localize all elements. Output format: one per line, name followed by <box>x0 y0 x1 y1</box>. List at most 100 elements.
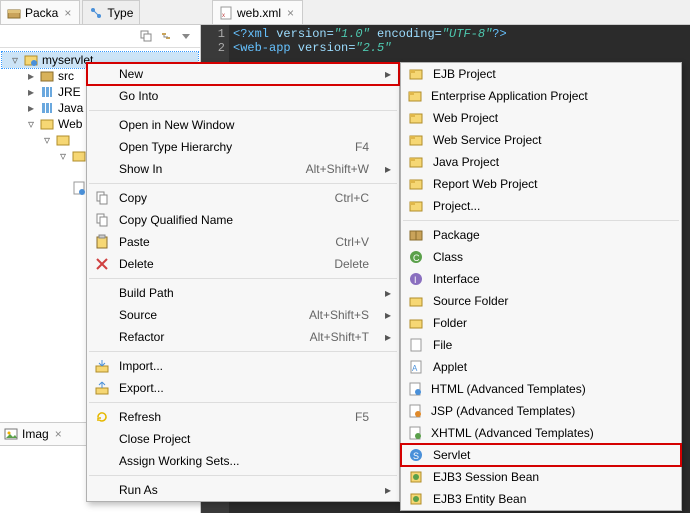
ctx-new-item-web-service-project[interactable]: Web Service Project <box>401 129 681 151</box>
line-number: 2 <box>201 41 225 55</box>
menu-item-label: Refresh <box>119 410 261 424</box>
ctx-item-refresh[interactable]: RefreshF5 <box>87 406 399 428</box>
tree-label: JRE <box>58 85 81 99</box>
ctx-new-item-class[interactable]: C Class <box>401 246 681 268</box>
menu-item-label: New <box>119 67 261 81</box>
ctx-item-go-into[interactable]: Go Into <box>87 85 399 107</box>
applet-icon: A <box>407 359 425 375</box>
servlet-icon: S <box>407 447 425 463</box>
ctx-new-item-ejb3-session-bean[interactable]: EJB3 Session Bean <box>401 466 681 488</box>
menu-item-label: Export... <box>119 381 261 395</box>
ctx-item-paste[interactable]: PasteCtrl+V <box>87 231 399 253</box>
menu-item-accelerator: F4 <box>269 140 375 154</box>
menu-item-label: Source Folder <box>433 294 543 308</box>
ctx-item-import[interactable]: Import... <box>87 355 399 377</box>
ctx-item-new[interactable]: New▸ <box>87 63 399 85</box>
ctx-item-copy-qualified-name[interactable]: Copy Qualified Name <box>87 209 399 231</box>
ctx-item-copy[interactable]: CopyCtrl+C <box>87 187 399 209</box>
menu-item-accelerator: Alt+Shift+T <box>269 330 375 344</box>
close-icon[interactable]: × <box>62 6 73 20</box>
ctx-new-item-html-advanced-templates[interactable]: HTML (Advanced Templates) <box>401 378 681 400</box>
menu-item-label: File <box>433 338 543 352</box>
close-icon[interactable]: × <box>285 6 296 20</box>
menu-item-label: Web Service Project <box>433 133 543 147</box>
ctx-item-open-type-hierarchy[interactable]: Open Type Hierarchy F4 <box>87 136 399 158</box>
menu-item-label: Folder <box>433 316 543 330</box>
proj-icon <box>407 110 425 126</box>
ctx-new-item-source-folder[interactable]: Source Folder <box>401 290 681 312</box>
import-icon <box>93 358 111 374</box>
html-icon <box>407 381 423 397</box>
menu-item-label: Copy Qualified Name <box>119 213 261 227</box>
menu-item-label: Web Project <box>433 111 543 125</box>
menu-separator <box>89 183 397 184</box>
ctx-item-delete[interactable]: DeleteDelete <box>87 253 399 275</box>
view-tab-label[interactable]: Imag <box>22 427 49 441</box>
ctx-item-close-project[interactable]: Close Project <box>87 428 399 450</box>
menu-item-label: EJB3 Entity Bean <box>433 492 543 506</box>
ctx-new-item-jsp-advanced-templates[interactable]: JSP (Advanced Templates) <box>401 400 681 422</box>
view-menu-icon[interactable] <box>178 28 194 44</box>
ctx-new-item-servlet[interactable]: SServlet <box>401 444 681 466</box>
menu-separator <box>403 220 679 221</box>
proj-icon <box>407 66 425 82</box>
ctx-item-open-in-new-window[interactable]: Open in New Window <box>87 114 399 136</box>
ctx-new-item-folder[interactable]: Folder <box>401 312 681 334</box>
menu-separator <box>89 475 397 476</box>
menu-item-label: Assign Working Sets... <box>119 454 261 468</box>
menu-item-label: Package <box>433 228 543 242</box>
ctx-item-export[interactable]: Export... <box>87 377 399 399</box>
ctx-new-item-file[interactable]: File <box>401 334 681 356</box>
jsp-file-icon <box>72 181 86 195</box>
ctx-new-item-xhtml-advanced-templates[interactable]: XHTML (Advanced Templates) <box>401 422 681 444</box>
paste-icon <box>93 234 111 250</box>
code-content: <?xml version="1.0" encoding="UTF-8"?> <… <box>229 25 690 57</box>
ctx-new-item-enterprise-application-project[interactable]: Enterprise Application Project <box>401 85 681 107</box>
proj-icon <box>407 198 425 214</box>
ctx-new-item-ejb-project[interactable]: EJB Project <box>401 63 681 85</box>
menu-item-label: Class <box>433 250 543 264</box>
menu-item-label: Refactor <box>119 330 261 344</box>
line-number: 1 <box>201 27 225 41</box>
svg-text:I: I <box>414 275 417 285</box>
ctx-item-source[interactable]: SourceAlt+Shift+S▸ <box>87 304 399 326</box>
tab-type-hierarchy[interactable]: Type <box>82 0 140 24</box>
folder-icon <box>40 117 54 131</box>
bean-icon <box>407 469 425 485</box>
ctx-new-item-applet[interactable]: AApplet <box>401 356 681 378</box>
ctx-item-build-path[interactable]: Build Path▸ <box>87 282 399 304</box>
ctx-new-item-report-web-project[interactable]: Report Web Project <box>401 173 681 195</box>
ctx-new-item-project[interactable]: Project... <box>401 195 681 217</box>
close-icon[interactable]: × <box>53 427 64 441</box>
tab-package-explorer[interactable]: Packa × <box>0 0 80 24</box>
ctx-item-run-as[interactable]: Run As▸ <box>87 479 399 501</box>
menu-item-label: Open Type Hierarchy <box>119 140 261 154</box>
context-menu: New▸Go IntoOpen in New WindowOpen Type H… <box>86 62 400 502</box>
tree-label: Web <box>58 117 82 131</box>
proj-icon <box>407 154 425 170</box>
ctx-new-item-java-project[interactable]: Java Project <box>401 151 681 173</box>
tab-webxml[interactable]: x web.xml × <box>212 0 303 24</box>
collapse-all-icon[interactable] <box>138 28 154 44</box>
menu-item-label: Project... <box>433 199 543 213</box>
menu-separator <box>89 402 397 403</box>
ctx-new-item-ejb3-entity-bean[interactable]: EJB3 Entity Bean <box>401 488 681 510</box>
menu-item-label: Source <box>119 308 261 322</box>
jsp-icon <box>407 403 423 419</box>
class-icon: C <box>407 249 425 265</box>
submenu-arrow-icon: ▸ <box>383 330 393 344</box>
ctx-new-item-interface[interactable]: IInterface <box>401 268 681 290</box>
menu-separator <box>89 110 397 111</box>
tree-label: src <box>58 69 74 83</box>
ctx-item-show-in[interactable]: Show InAlt+Shift+W▸ <box>87 158 399 180</box>
ctx-new-item-package[interactable]: Package <box>401 224 681 246</box>
ctx-item-refactor[interactable]: Refactor Alt+Shift+T ▸ <box>87 326 399 348</box>
copy-icon <box>93 212 111 228</box>
tab-label: web.xml <box>237 6 281 20</box>
link-editor-icon[interactable] <box>158 28 174 44</box>
menu-item-label: Copy <box>119 191 261 205</box>
ctx-item-assign-working-sets[interactable]: Assign Working Sets... <box>87 450 399 472</box>
svg-text:C: C <box>413 253 420 263</box>
folder-icon <box>56 133 70 147</box>
ctx-new-item-web-project[interactable]: Web Project <box>401 107 681 129</box>
